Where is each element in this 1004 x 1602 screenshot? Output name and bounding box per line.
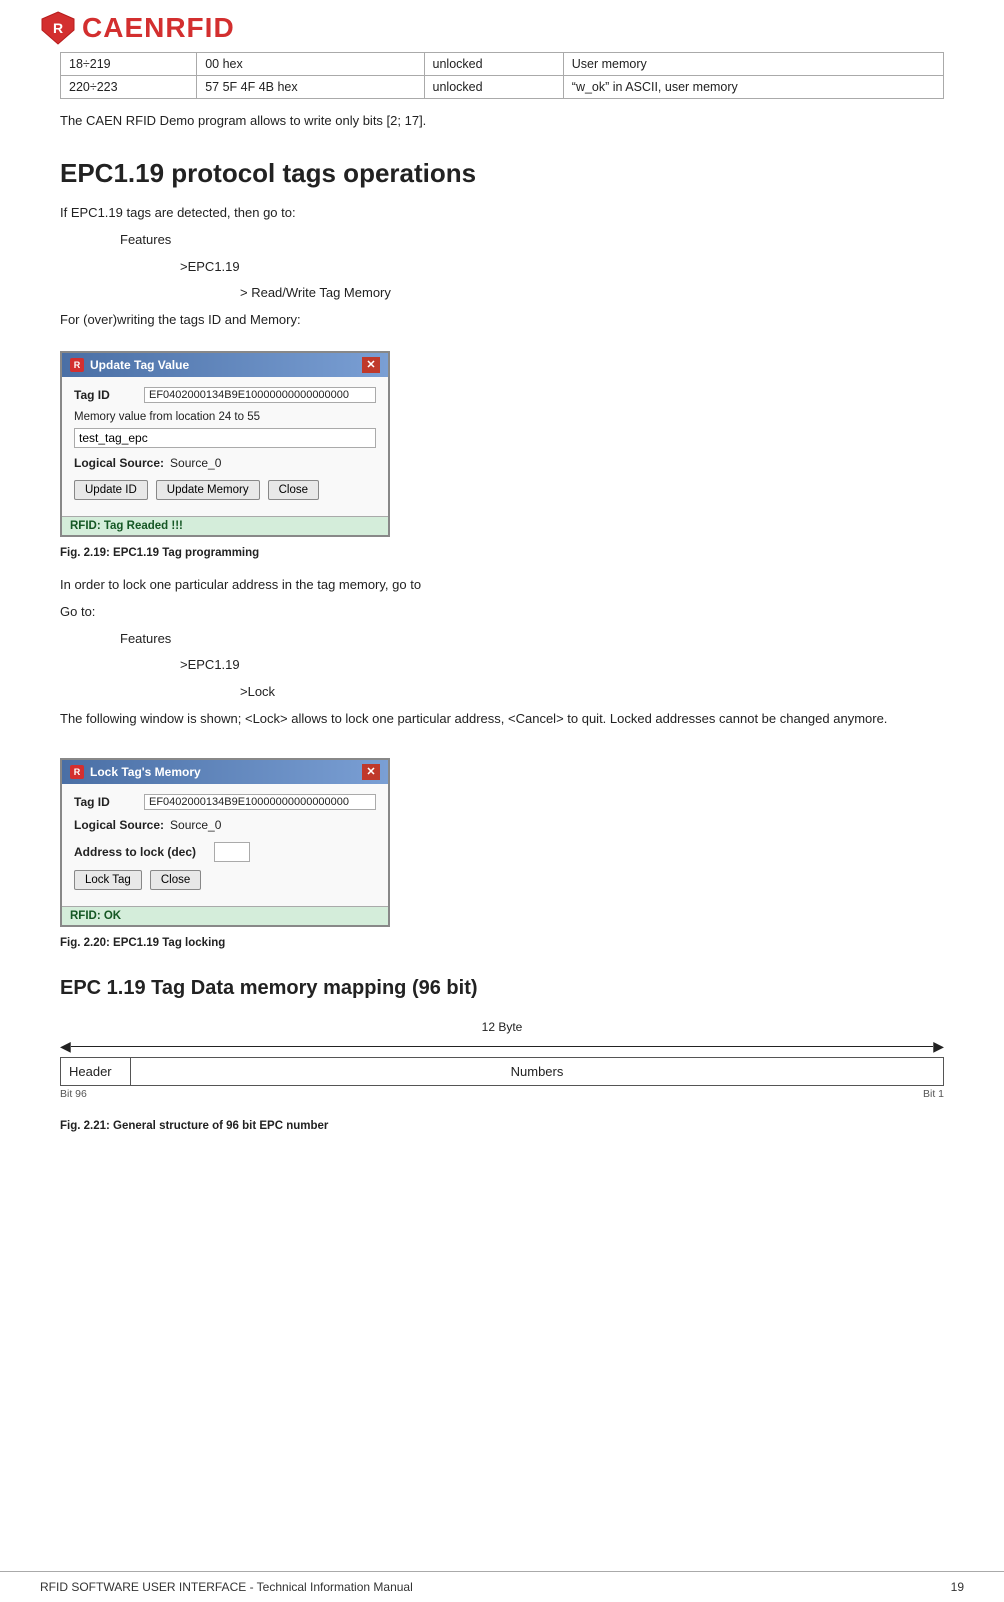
footer-left: RFID SOFTWARE USER INTERFACE - Technical… [40, 1580, 413, 1594]
dialog2-source-value: Source_0 [170, 818, 221, 832]
dialog2-titlebar: R Lock Tag's Memory ✕ [62, 760, 388, 784]
dialog1-source-label: Logical Source: [74, 456, 164, 470]
page-header: R CAENRFID [0, 0, 1004, 52]
table-cell: User memory [563, 53, 943, 76]
arrow-line [71, 1046, 933, 1047]
dialog1-status: RFID: Tag Readed !!! [62, 516, 388, 535]
bit-right-label: Bit 1 [923, 1088, 944, 1100]
dialog2-tagid-label: Tag ID [74, 795, 144, 809]
dialog2-close-button[interactable]: Close [150, 870, 201, 890]
table-cell: unlocked [424, 53, 563, 76]
dialog2-tagid-row: Tag ID EF0402000134B9E10000000000000000 [74, 794, 376, 810]
dialog1-close-button[interactable]: Close [268, 480, 319, 500]
dialog1-tagid-row: Tag ID EF0402000134B9E10000000000000000 [74, 387, 376, 403]
section2-para2: Go to: [60, 602, 944, 623]
dialog2-title: Lock Tag's Memory [90, 765, 201, 779]
dialog1-source-value: Source_0 [170, 456, 221, 470]
dialog1-titlebar: R Update Tag Value ✕ [62, 353, 388, 377]
table-cell: 18÷219 [61, 53, 197, 76]
table-cell: 57 5F 4F 4B hex [197, 76, 424, 99]
dialog1-buttons: Update ID Update Memory Close [74, 480, 376, 500]
memory-table: 18÷219 00 hex unlocked User memory 220÷2… [60, 52, 944, 99]
dialog1-close-x-button[interactable]: ✕ [362, 357, 380, 373]
section1-para2: For (over)writing the tags ID and Memory… [60, 310, 944, 331]
section1-epc: >EPC1.19 [180, 257, 944, 278]
page-footer: RFID SOFTWARE USER INTERFACE - Technical… [0, 1571, 1004, 1602]
update-tag-dialog: R Update Tag Value ✕ Tag ID EF0402000134… [60, 351, 390, 537]
section1-readwrite: > Read/Write Tag Memory [240, 283, 944, 304]
update-tag-dialog-wrapper: R Update Tag Value ✕ Tag ID EF0402000134… [60, 351, 390, 537]
dialog2-source-label: Logical Source: [74, 818, 164, 832]
section2-para3: The following window is shown; <Lock> al… [60, 709, 944, 730]
dialog1-memory-label: Memory value from location 24 to 55 [74, 411, 376, 423]
table-cell: 00 hex [197, 53, 424, 76]
caenrfid-logo-icon: R [40, 10, 76, 46]
memory-map-byte-label: 12 Byte [60, 1020, 944, 1034]
update-id-button[interactable]: Update ID [74, 480, 148, 500]
dialog1-source-row: Logical Source: Source_0 [74, 456, 376, 470]
dialog1-body: Tag ID EF0402000134B9E10000000000000000 … [62, 377, 388, 516]
arrow-right-tip: ▶ [933, 1038, 944, 1055]
logo-text: CAENRFID [82, 12, 235, 44]
table-cell: unlocked [424, 76, 563, 99]
dialog2-title-left: R Lock Tag's Memory [70, 765, 201, 779]
section1-features: Features [120, 230, 944, 251]
page-content: 18÷219 00 hex unlocked User memory 220÷2… [0, 52, 1004, 1188]
section2-features: Features [120, 629, 944, 650]
memory-map-diagram: 12 Byte ◀ ▶ Header Numbers Bit 96 Bit 1 [60, 1020, 944, 1100]
lock-tag-button[interactable]: Lock Tag [74, 870, 142, 890]
fig1-caption: Fig. 2.19: EPC1.19 Tag programming [60, 547, 944, 559]
dialog2-address-label: Address to lock (dec) [74, 845, 214, 859]
memory-map-cells: Header Numbers [60, 1057, 944, 1086]
arrow-left-tip: ◀ [60, 1038, 71, 1055]
memory-map-bit-labels: Bit 96 Bit 1 [60, 1088, 944, 1100]
table-row: 220÷223 57 5F 4F 4B hex unlocked “w_ok” … [61, 76, 944, 99]
fig2-caption: Fig. 2.20: EPC1.19 Tag locking [60, 937, 944, 949]
section1-heading: EPC1.19 protocol tags operations [60, 158, 944, 189]
fig3-caption: Fig. 2.21: General structure of 96 bit E… [60, 1120, 944, 1132]
dialog2-body: Tag ID EF0402000134B9E10000000000000000 … [62, 784, 388, 906]
dialog2-icon: R [70, 765, 84, 779]
logo: R CAENRFID [40, 10, 235, 46]
section1-para1: If EPC1.19 tags are detected, then go to… [60, 203, 944, 224]
memory-map-arrow: ◀ ▶ [60, 1038, 944, 1055]
dialog1-icon: R [70, 358, 84, 372]
update-memory-button[interactable]: Update Memory [156, 480, 260, 500]
dialog2-close-x-button[interactable]: ✕ [362, 764, 380, 780]
dialog1-title: Update Tag Value [90, 358, 189, 372]
section2-lock: >Lock [240, 682, 944, 703]
dialog1-tagid-value: EF0402000134B9E10000000000000000 [144, 387, 376, 403]
dialog1-title-left: R Update Tag Value [70, 358, 189, 372]
dialog1-memory-input[interactable] [74, 428, 376, 448]
section3-heading: EPC 1.19 Tag Data memory mapping (96 bit… [60, 977, 944, 1000]
bit-left-label: Bit 96 [60, 1088, 87, 1100]
memory-cell-header: Header [61, 1058, 131, 1085]
lock-tag-dialog-wrapper: R Lock Tag's Memory ✕ Tag ID EF040200013… [60, 758, 390, 927]
dialog2-buttons: Lock Tag Close [74, 870, 376, 890]
dialog1-tagid-label: Tag ID [74, 388, 144, 402]
dialog2-address-input[interactable] [214, 842, 250, 862]
footer-right: 19 [951, 1580, 964, 1594]
table-row: 18÷219 00 hex unlocked User memory [61, 53, 944, 76]
table-cell: 220÷223 [61, 76, 197, 99]
table-cell: “w_ok” in ASCII, user memory [563, 76, 943, 99]
section2-para1: In order to lock one particular address … [60, 575, 944, 596]
section2-epc: >EPC1.19 [180, 655, 944, 676]
svg-text:R: R [53, 20, 63, 36]
memory-cell-numbers: Numbers [131, 1058, 943, 1085]
dialog2-tagid-value: EF0402000134B9E10000000000000000 [144, 794, 376, 810]
intro-text: The CAEN RFID Demo program allows to wri… [60, 113, 944, 128]
lock-tag-dialog: R Lock Tag's Memory ✕ Tag ID EF040200013… [60, 758, 390, 927]
dialog2-source-row: Logical Source: Source_0 [74, 818, 376, 832]
dialog2-status: RFID: OK [62, 906, 388, 925]
dialog2-address-row: Address to lock (dec) [74, 842, 376, 862]
